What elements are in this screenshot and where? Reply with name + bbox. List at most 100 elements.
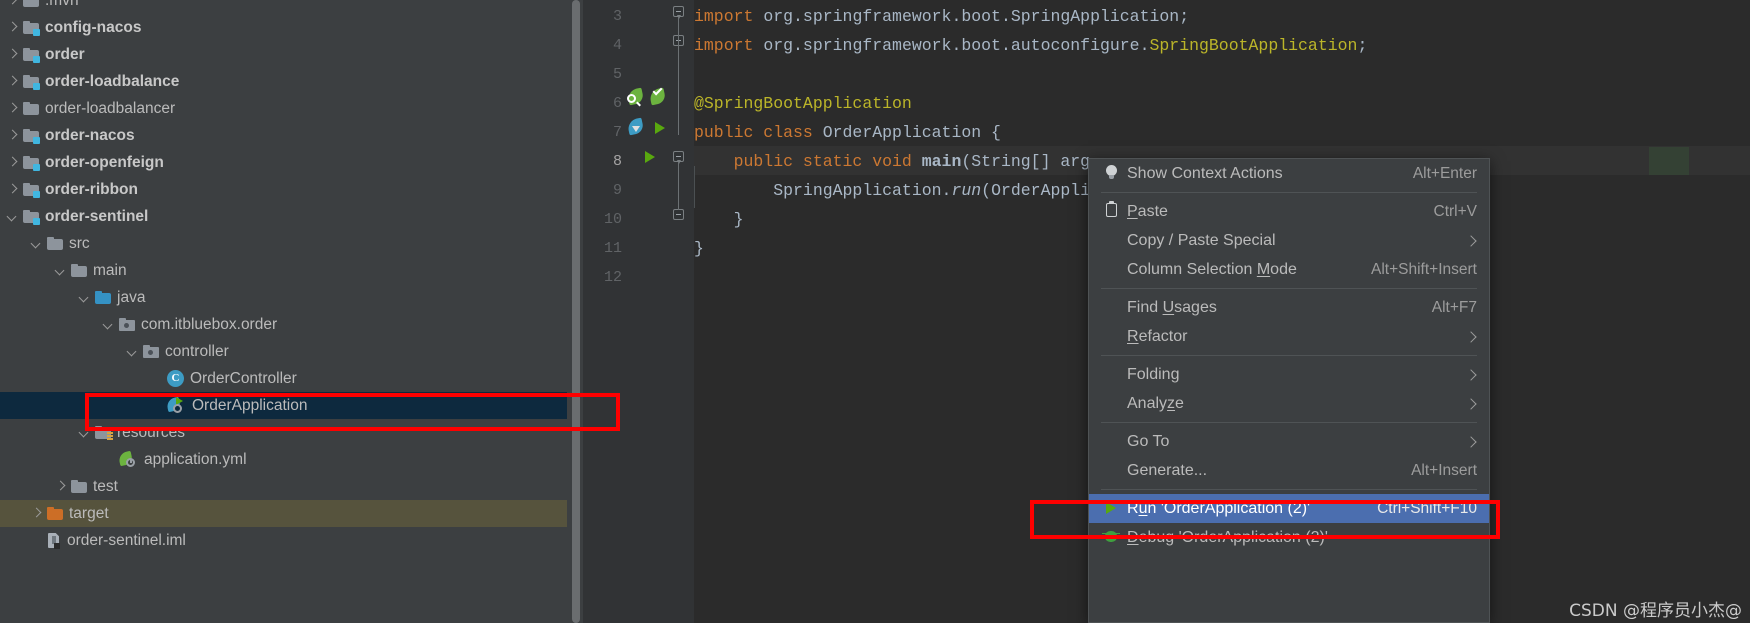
tree-row-label: test [93, 477, 118, 495]
code-token: org.springframework.boot.SpringApplicati… [753, 7, 1190, 26]
chevron-right-icon[interactable] [6, 102, 19, 115]
run-gutter-icon-line7[interactable] [652, 119, 669, 136]
tree-row[interactable]: java [0, 284, 567, 311]
chevron-right-icon[interactable] [54, 480, 67, 493]
tree-row[interactable]: application.yml [0, 446, 567, 473]
fold-region-line-2 [694, 166, 696, 208]
code-line[interactable]: @SpringBootApplication [694, 95, 912, 113]
code-token: OrderApplication { [812, 123, 1001, 142]
run-icon [1103, 499, 1127, 519]
menu-item-copy-paste-special[interactable]: Copy / Paste Special [1089, 226, 1489, 255]
folder-module-icon [23, 210, 40, 225]
menu-item-generate[interactable]: Generate... Alt+Insert [1089, 456, 1489, 485]
tree-row[interactable]: order-openfeign [0, 149, 567, 176]
tree-row[interactable]: src [0, 230, 567, 257]
line-number: 3 [612, 8, 622, 25]
tree-row-label: order-sentinel [45, 207, 149, 225]
tree-row[interactable]: test [0, 473, 567, 500]
folder-resources-icon [95, 426, 113, 441]
chevron-right-icon[interactable] [6, 48, 19, 61]
chevron-down-icon[interactable] [78, 426, 91, 439]
tree-row-label: application.yml [144, 450, 247, 468]
tree-row-label: controller [165, 342, 229, 360]
menu-item-paste[interactable]: Paste Ctrl+V [1089, 197, 1489, 226]
menu-item-no-icon [1103, 394, 1127, 414]
menu-item-go-to[interactable]: Go To [1089, 427, 1489, 456]
tree-row[interactable]: order-ribbon [0, 176, 567, 203]
chevron-right-icon [1467, 332, 1477, 342]
tree-no-arrow [30, 534, 43, 547]
lightbulb-icon [1103, 164, 1127, 184]
code-line[interactable]: } [694, 240, 704, 258]
tree-row[interactable]: config-nacos [0, 14, 567, 41]
menu-item-analyze[interactable]: Analyze [1089, 389, 1489, 418]
code-line[interactable]: } [694, 211, 744, 229]
tree-row[interactable]: com.itbluebox.order [0, 311, 567, 338]
tree-row[interactable]: target [0, 500, 567, 527]
tree-row[interactable]: .mvn [0, 0, 567, 14]
project-tree-panel[interactable]: .mvn config-nacos order order-loadbalance or… [0, 0, 567, 623]
menu-item-folding[interactable]: Folding [1089, 360, 1489, 389]
chevron-down-icon[interactable] [102, 318, 115, 331]
chevron-right-icon[interactable] [6, 21, 19, 34]
menu-item-shortcut: Ctrl+V [1433, 202, 1478, 220]
tree-row[interactable]: OrderApplication [0, 392, 567, 419]
code-token: SpringApplication. [694, 181, 952, 200]
chevron-right-icon [1467, 370, 1477, 380]
code-line[interactable]: import org.springframework.boot.autoconf… [694, 37, 1367, 55]
tree-row[interactable]: order-nacos [0, 122, 567, 149]
editor-context-menu[interactable]: Show Context Actions Alt+Enter Paste Ctrl+V… [1088, 158, 1490, 623]
chevron-right-icon[interactable] [6, 183, 19, 196]
chevron-down-icon[interactable] [78, 291, 91, 304]
tree-row-label: order [45, 45, 85, 63]
tree-row[interactable]: C OrderController [0, 365, 567, 392]
chevron-right-icon[interactable] [6, 129, 19, 142]
folder-module-icon [23, 129, 40, 144]
tree-row[interactable]: order-loadbalance [0, 68, 567, 95]
line-number: 11 [603, 240, 622, 257]
folder-module-icon [23, 183, 40, 198]
menu-item-label: Show Context Actions [1127, 164, 1283, 182]
project-tree-scrollbar[interactable] [567, 0, 583, 623]
menu-item-label: Column Selection Mode [1127, 260, 1297, 278]
code-line[interactable]: SpringApplication.run(OrderAppli [694, 181, 1090, 200]
spring-bean-check-icon[interactable] [648, 85, 667, 106]
menu-item-run-orderapplication-2[interactable]: Run 'OrderApplication (2)' Ctrl+Shift+F10 [1089, 494, 1489, 523]
fold-marker-method[interactable] [673, 151, 684, 164]
tree-row[interactable]: main [0, 257, 567, 284]
tree-row[interactable]: controller [0, 338, 567, 365]
chevron-right-icon[interactable] [30, 507, 43, 520]
tree-row-label: resources [117, 423, 186, 441]
tree-row-label: com.itbluebox.order [141, 315, 278, 333]
chevron-down-icon[interactable] [126, 345, 139, 358]
chevron-down-icon[interactable] [54, 264, 67, 277]
chevron-right-icon[interactable] [6, 0, 19, 7]
menu-item-refactor[interactable]: Refactor [1089, 322, 1489, 351]
scrollbar-thumb[interactable] [572, 0, 580, 623]
chevron-down-icon[interactable] [6, 210, 19, 223]
tree-row[interactable]: order [0, 41, 567, 68]
code-line[interactable]: import org.springframework.boot.SpringAp… [694, 7, 1190, 26]
menu-item-debug-orderapplication-2[interactable]: Debug 'OrderApplication (2)' [1089, 523, 1489, 552]
run-gutter-icon-line8[interactable] [642, 148, 659, 165]
tree-row[interactable]: resources [0, 419, 567, 446]
fold-marker-method-end[interactable] [673, 209, 684, 220]
fold-marker-import[interactable] [673, 6, 684, 19]
tree-row[interactable]: order-sentinel [0, 203, 567, 230]
menu-item-column-selection-mode[interactable]: Column Selection Mode Alt+Shift+Insert [1089, 255, 1489, 284]
menu-separator [1101, 288, 1477, 289]
spring-boot-bean-icon[interactable] [626, 117, 645, 136]
chevron-right-icon[interactable] [6, 156, 19, 169]
menu-item-find-usages[interactable]: Find Usages Alt+F7 [1089, 293, 1489, 322]
chevron-right-icon[interactable] [6, 75, 19, 88]
tree-row[interactable]: order-sentinel.iml [0, 527, 567, 554]
line-number: 12 [603, 269, 622, 286]
code-line[interactable]: public static void main(String[] arg [694, 153, 1091, 171]
folder-module-icon [23, 156, 40, 171]
code-line[interactable]: public class OrderApplication { [694, 123, 1001, 142]
chevron-down-icon[interactable] [30, 237, 43, 250]
menu-item-no-icon [1103, 432, 1127, 452]
spring-bean-search-icon[interactable] [626, 87, 645, 106]
tree-row[interactable]: order-loadbalancer [0, 95, 567, 122]
menu-item-show-context-actions[interactable]: Show Context Actions Alt+Enter [1089, 159, 1489, 188]
